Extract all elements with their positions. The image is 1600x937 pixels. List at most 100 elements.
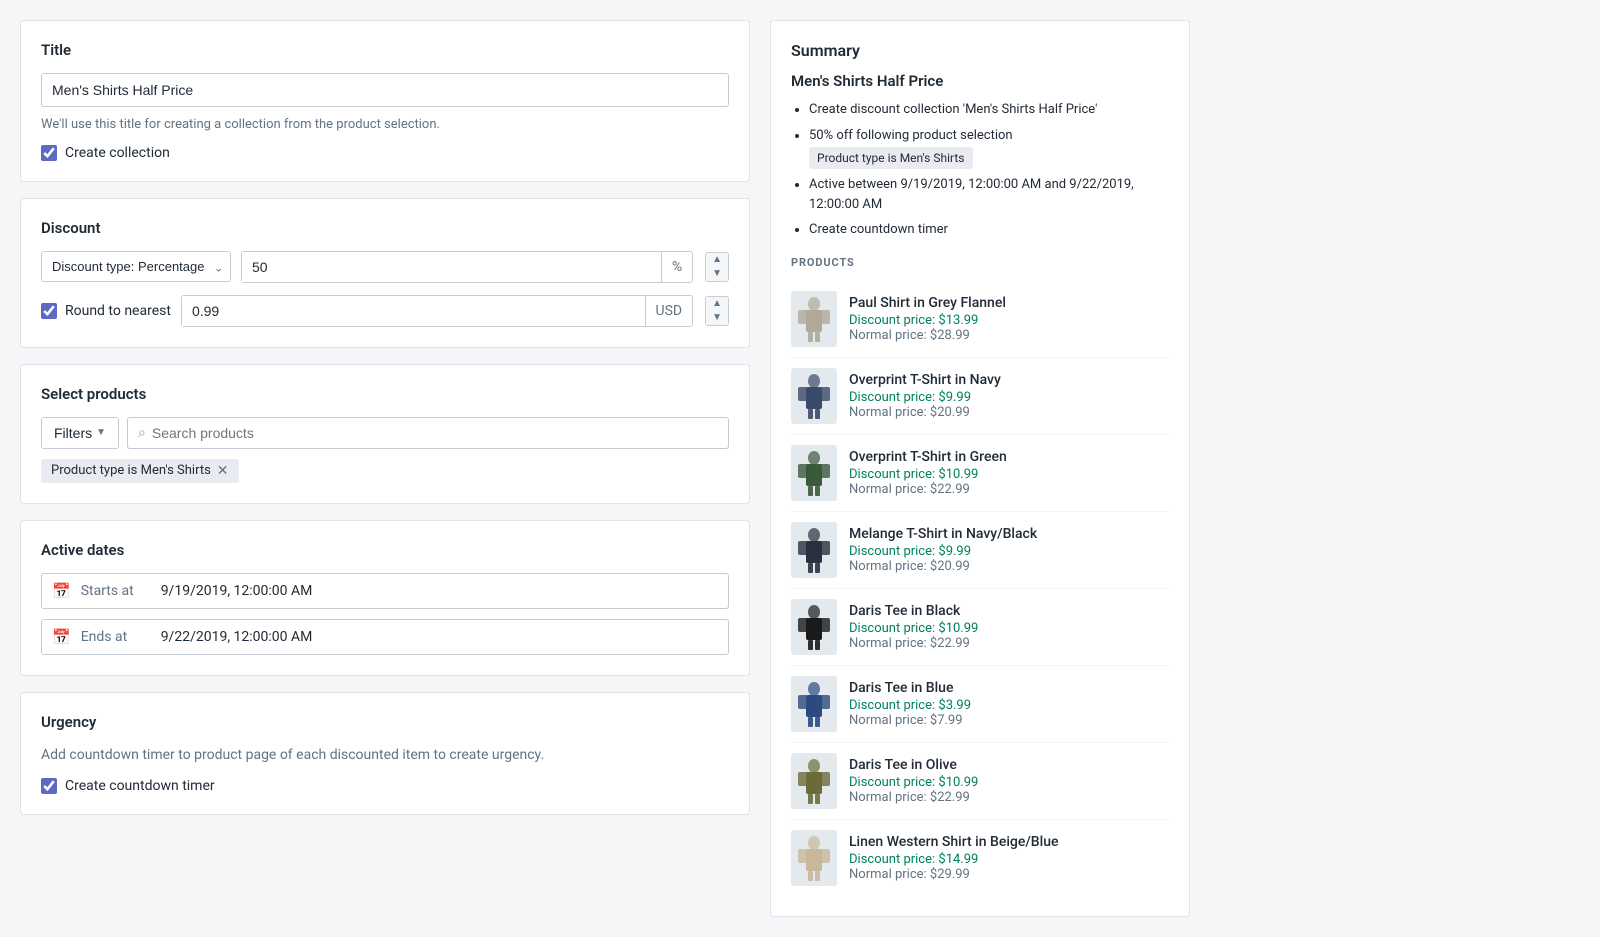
ends-value: 9/22/2019, 12:00:00 AM	[161, 629, 313, 645]
discount-value-decrement[interactable]: ▼	[706, 267, 728, 281]
starts-label: Starts at	[81, 583, 151, 599]
filters-arrow-icon: ▼	[96, 427, 106, 438]
product-normal-price: Normal price: $22.99	[849, 482, 1169, 497]
summary-bullet-2: Active between 9/19/2019, 12:00:00 AM an…	[809, 175, 1169, 214]
urgency-description: Add countdown timer to product page of e…	[41, 745, 729, 766]
create-collection-checkbox[interactable]	[41, 145, 57, 161]
product-item: Linen Western Shirt in Beige/Blue Discou…	[791, 820, 1169, 896]
main-column: Title We'll use this title for creating …	[20, 20, 750, 917]
discount-value-increment[interactable]: ▲	[706, 253, 728, 267]
product-name: Paul Shirt in Grey Flannel	[849, 295, 1169, 311]
product-info: Daris Tee in Blue Discount price: $3.99 …	[849, 680, 1169, 728]
product-thumbnail	[791, 445, 837, 501]
filters-search-row: Filters ▼ ⌕	[41, 417, 729, 449]
product-discount-price: Discount price: $14.99	[849, 852, 1169, 867]
starts-at-row[interactable]: 📅 Starts at 9/19/2019, 12:00:00 AM	[41, 573, 729, 609]
product-name: Overprint T-Shirt in Green	[849, 449, 1169, 465]
summary-card: Summary Men's Shirts Half Price Create d…	[770, 20, 1190, 917]
create-timer-row: Create countdown timer	[41, 778, 729, 794]
product-name: Melange T-Shirt in Navy/Black	[849, 526, 1169, 542]
title-hint: We'll use this title for creating a coll…	[41, 115, 729, 135]
product-thumbnail	[791, 753, 837, 809]
product-normal-price: Normal price: $7.99	[849, 713, 1169, 728]
round-checkbox[interactable]	[41, 303, 57, 319]
product-item: Daris Tee in Black Discount price: $10.9…	[791, 589, 1169, 666]
product-discount-price: Discount price: $10.99	[849, 621, 1169, 636]
active-dates-heading: Active dates	[41, 541, 729, 559]
product-info: Melange T-Shirt in Navy/Black Discount p…	[849, 526, 1169, 574]
summary-bullet-0: Create discount collection 'Men's Shirts…	[809, 100, 1169, 120]
product-item: Daris Tee in Blue Discount price: $3.99 …	[791, 666, 1169, 743]
summary-bullet-3: Create countdown timer	[809, 220, 1169, 240]
remove-filter-icon[interactable]: ✕	[217, 463, 229, 479]
select-products-heading: Select products	[41, 385, 729, 403]
product-normal-price: Normal price: $20.99	[849, 405, 1169, 420]
ends-at-row[interactable]: 📅 Ends at 9/22/2019, 12:00:00 AM	[41, 619, 729, 655]
product-info: Linen Western Shirt in Beige/Blue Discou…	[849, 834, 1169, 882]
product-thumbnail	[791, 830, 837, 886]
active-filter-text: Product type is Men's Shirts	[51, 463, 211, 478]
product-info: Daris Tee in Black Discount price: $10.9…	[849, 603, 1169, 651]
product-info: Overprint T-Shirt in Green Discount pric…	[849, 449, 1169, 497]
page-layout: Title We'll use this title for creating …	[0, 0, 1600, 937]
starts-calendar-icon: 📅	[52, 582, 71, 600]
discount-type-wrapper: Discount type: Percentage Discount type:…	[41, 251, 231, 282]
search-icon: ⌕	[138, 425, 146, 441]
summary-list: Create discount collection 'Men's Shirts…	[791, 100, 1169, 240]
product-info: Paul Shirt in Grey Flannel Discount pric…	[849, 295, 1169, 343]
summary-campaign-name: Men's Shirts Half Price	[791, 72, 1169, 90]
product-info: Daris Tee in Olive Discount price: $10.9…	[849, 757, 1169, 805]
product-name: Daris Tee in Olive	[849, 757, 1169, 773]
round-value-decrement[interactable]: ▼	[706, 311, 728, 325]
product-discount-price: Discount price: $10.99	[849, 467, 1169, 482]
product-thumbnail	[791, 368, 837, 424]
product-name: Daris Tee in Black	[849, 603, 1169, 619]
product-discount-price: Discount price: $9.99	[849, 390, 1169, 405]
product-discount-price: Discount price: $13.99	[849, 313, 1169, 328]
discount-value-stepper: ▲ ▼	[705, 252, 729, 282]
product-name: Overprint T-Shirt in Navy	[849, 372, 1169, 388]
discount-unit: %	[661, 252, 692, 282]
product-thumbnail	[791, 522, 837, 578]
round-unit: USD	[645, 296, 693, 326]
ends-calendar-icon: 📅	[52, 628, 71, 646]
create-timer-checkbox[interactable]	[41, 778, 57, 794]
filters-label: Filters	[54, 425, 92, 441]
create-collection-row: Create collection	[41, 145, 729, 161]
product-item: Overprint T-Shirt in Navy Discount price…	[791, 358, 1169, 435]
discount-type-row: Discount type: Percentage Discount type:…	[41, 251, 729, 283]
product-normal-price: Normal price: $29.99	[849, 867, 1169, 882]
round-input-wrapper: USD	[181, 295, 693, 327]
round-input[interactable]	[182, 296, 645, 326]
discount-card: Discount Discount type: Percentage Disco…	[20, 198, 750, 348]
summary-bullet-1: 50% off following product selection Prod…	[809, 126, 1169, 170]
round-value-increment[interactable]: ▲	[706, 297, 728, 311]
round-value-stepper: ▲ ▼	[705, 296, 729, 326]
discount-value-input[interactable]	[242, 252, 661, 282]
product-item: Paul Shirt in Grey Flannel Discount pric…	[791, 281, 1169, 358]
title-section-heading: Title	[41, 41, 729, 59]
title-input[interactable]	[41, 73, 729, 107]
round-checkbox-row: Round to nearest	[41, 303, 171, 319]
product-name: Linen Western Shirt in Beige/Blue	[849, 834, 1169, 850]
product-normal-price: Normal price: $22.99	[849, 636, 1169, 651]
filters-button[interactable]: Filters ▼	[41, 417, 119, 449]
active-filter-tag-wrapper: Product type is Men's Shirts ✕	[41, 459, 729, 483]
product-item: Daris Tee in Olive Discount price: $10.9…	[791, 743, 1169, 820]
product-discount-price: Discount price: $3.99	[849, 698, 1169, 713]
discount-type-select[interactable]: Discount type: Percentage Discount type:…	[41, 251, 231, 282]
products-list: Paul Shirt in Grey Flannel Discount pric…	[791, 281, 1169, 896]
product-discount-price: Discount price: $9.99	[849, 544, 1169, 559]
product-item: Melange T-Shirt in Navy/Black Discount p…	[791, 512, 1169, 589]
starts-value: 9/19/2019, 12:00:00 AM	[161, 583, 313, 599]
round-label: Round to nearest	[65, 303, 171, 319]
active-filter-tag: Product type is Men's Shirts ✕	[41, 459, 239, 483]
create-timer-label: Create countdown timer	[65, 778, 215, 794]
discount-section-heading: Discount	[41, 219, 729, 237]
urgency-heading: Urgency	[41, 713, 729, 731]
ends-label: Ends at	[81, 629, 151, 645]
product-info: Overprint T-Shirt in Navy Discount price…	[849, 372, 1169, 420]
search-input[interactable]	[152, 425, 718, 441]
product-name: Daris Tee in Blue	[849, 680, 1169, 696]
title-card: Title We'll use this title for creating …	[20, 20, 750, 182]
